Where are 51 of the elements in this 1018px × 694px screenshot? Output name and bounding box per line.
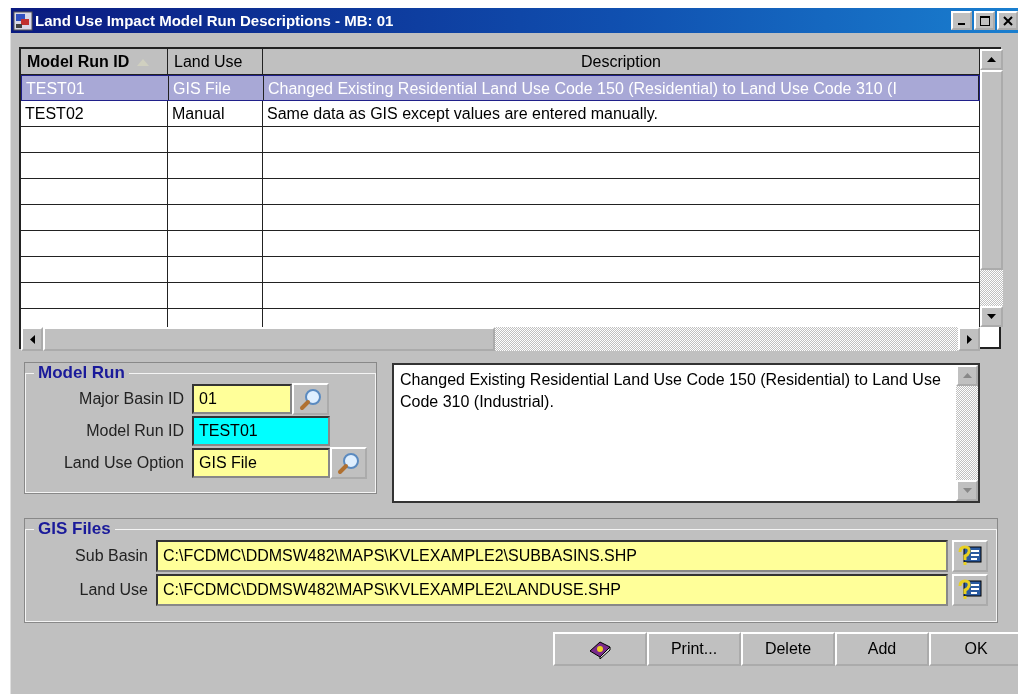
magnifier-icon: [298, 387, 323, 411]
field-label: Land Use: [78, 581, 149, 599]
book-icon: [588, 639, 612, 659]
left-arrow-icon: [29, 334, 35, 344]
close-button[interactable]: [997, 11, 1018, 30]
window-title: Land Use Impact Model Run Descriptions - MB: 01: [35, 12, 395, 29]
table-row[interactable]: TEST02 Manual Same data as GIS except values are entered manually.: [21, 101, 980, 127]
field-label: Model Run ID: [85, 422, 185, 440]
up-arrow-icon: [987, 57, 996, 62]
table-cell: TEST02: [21, 101, 168, 126]
input-field[interactable]: TEST01: [192, 416, 330, 446]
group-title: GIS Files: [37, 519, 112, 539]
input-field[interactable]: 01: [192, 384, 292, 414]
input-field[interactable]: C:\FCDMC\DDMSW482\MAPS\KVLEXAMPLE2\LANDUSE.SHP: [156, 574, 948, 606]
maximize-button[interactable]: [974, 11, 995, 30]
table-cell: TEST01: [22, 76, 169, 100]
table-cell: Manual: [168, 101, 263, 126]
lookup-button[interactable]: [330, 447, 367, 479]
input-field[interactable]: GIS File: [192, 448, 330, 478]
dialog-button[interactable]: OK: [929, 632, 1018, 666]
browse-button[interactable]: [952, 574, 988, 606]
table-cell: GIS File: [169, 76, 264, 100]
dialog-button[interactable]: Print...: [647, 632, 741, 666]
minimize-icon: [958, 23, 965, 25]
down-arrow-icon: [987, 314, 996, 319]
column-header[interactable]: Land Use: [168, 49, 263, 75]
scroll-thumb[interactable]: [43, 327, 495, 351]
field-label: Land Use Option: [62, 454, 185, 472]
input-field[interactable]: C:\FCDMC\DDMSW482\MAPS\KVLEXAMPLE2\SUBBASINS.SHP: [156, 540, 948, 572]
close-icon: [1002, 15, 1013, 26]
vertical-scrollbar[interactable]: [980, 49, 1003, 327]
dialog-button[interactable]: Add: [835, 632, 929, 666]
magnifier-icon: [336, 451, 361, 475]
lookup-button[interactable]: [292, 383, 329, 415]
browse-button[interactable]: [952, 540, 988, 572]
field-label: Major Basin ID: [78, 390, 185, 408]
right-arrow-icon: [966, 334, 972, 344]
group-title: Model Run: [37, 363, 126, 383]
column-header[interactable]: Model Run ID: [21, 49, 168, 75]
field-label: Sub Basin: [74, 547, 149, 565]
scroll-thumb[interactable]: [980, 70, 1003, 270]
app-icon: [13, 10, 33, 31]
column-header[interactable]: Description: [263, 49, 980, 75]
question-card-icon: [957, 578, 983, 602]
dialog-button[interactable]: Delete: [741, 632, 835, 666]
question-card-icon: [957, 544, 983, 568]
minimize-button[interactable]: [951, 11, 972, 30]
table-cell: Changed Existing Residential Land Use Code 150 (Residential) to Land Use Code 310 (I: [264, 76, 979, 100]
horizontal-scrollbar[interactable]: [21, 327, 980, 351]
maximize-icon: [979, 15, 990, 26]
help-button[interactable]: [553, 632, 647, 666]
